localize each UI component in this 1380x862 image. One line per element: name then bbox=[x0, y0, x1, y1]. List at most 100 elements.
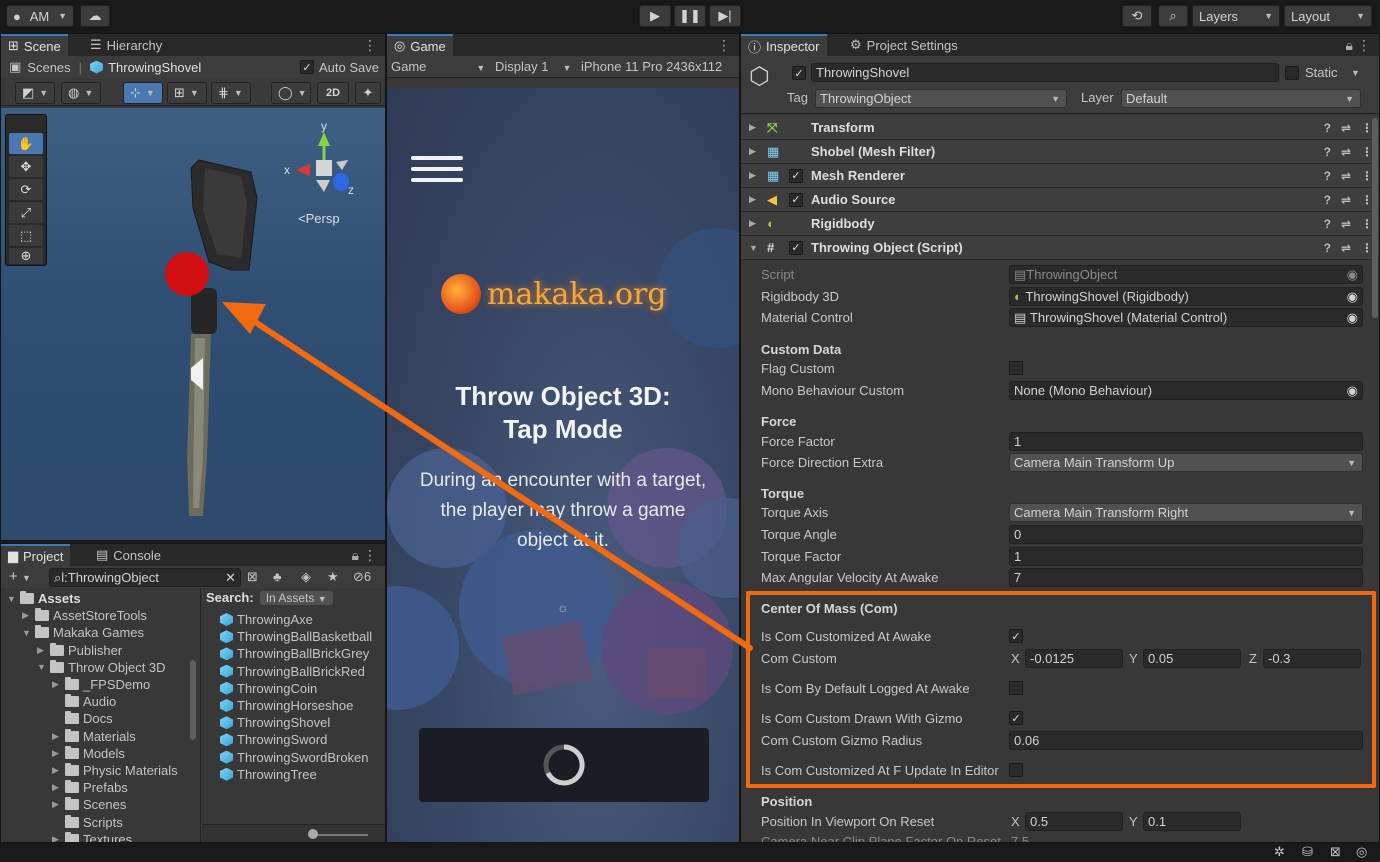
tab-hierarchy[interactable]: ☰ Hierarchy bbox=[83, 34, 169, 56]
gizmo-z-cone[interactable] bbox=[333, 173, 349, 191]
breadcrumb-scenes[interactable]: Scenes bbox=[27, 60, 70, 75]
icon-size-slider[interactable] bbox=[310, 834, 368, 836]
com-gizmo-radius-input[interactable]: 0.06 bbox=[1009, 731, 1363, 750]
game-viewport[interactable]: makaka.org Throw Object 3D: Tap Mode Dur… bbox=[387, 88, 739, 842]
help-icon[interactable]: ? bbox=[1324, 193, 1331, 207]
chevron-down-icon[interactable]: ▼ bbox=[749, 243, 761, 253]
com-x-input[interactable]: -0.0125 bbox=[1025, 649, 1123, 668]
chevron-right-icon[interactable]: ▶ bbox=[52, 765, 61, 776]
tree-item[interactable]: Docs bbox=[52, 710, 113, 727]
lighting-toggle[interactable]: ✦ bbox=[355, 82, 381, 104]
shovel-model[interactable] bbox=[151, 158, 271, 518]
position-x-input[interactable]: 0.5 bbox=[1025, 812, 1123, 831]
more-options-icon[interactable]: ⋮ bbox=[363, 37, 377, 54]
clear-search-icon[interactable]: ✕ bbox=[225, 570, 236, 586]
pause-button[interactable]: ❚❚ bbox=[674, 5, 706, 27]
asset-item[interactable]: ThrowingSword bbox=[220, 731, 327, 748]
presets-icon[interactable]: ⇌ bbox=[1341, 121, 1351, 135]
rotate-tool[interactable]: ⟳ bbox=[9, 179, 43, 200]
chevron-right-icon[interactable]: ▶ bbox=[52, 799, 61, 810]
component-enabled-checkbox[interactable]: ✓ bbox=[789, 168, 803, 183]
max-angular-velocity-input[interactable]: 7 bbox=[1009, 568, 1363, 587]
torque-axis-dropdown[interactable]: Camera Main Transform Right ▼ bbox=[1009, 503, 1363, 522]
search-scope-dropdown[interactable]: In Assets ▼ bbox=[259, 590, 333, 605]
tab-scene[interactable]: ⊞ Scene bbox=[1, 34, 68, 56]
rigidbody3d-field[interactable]: ◐ ThrowingShovel (Rigidbody) ◉ bbox=[1009, 287, 1363, 306]
undo-history-button[interactable]: ⟲ bbox=[1122, 5, 1152, 27]
com-customized-awake-checkbox[interactable]: ✓ bbox=[1009, 629, 1023, 643]
settings-status-icon[interactable]: ◎ bbox=[1356, 844, 1367, 860]
help-icon[interactable]: ? bbox=[1324, 169, 1331, 183]
object-active-checkbox[interactable]: ✓ bbox=[792, 66, 806, 80]
filter-type-icon[interactable]: ♣ bbox=[273, 569, 282, 584]
tree-item[interactable]: Audio bbox=[52, 693, 116, 710]
com-drawn-gizmo-checkbox[interactable]: ✓ bbox=[1009, 711, 1023, 725]
network-icon[interactable]: ⊠ bbox=[1330, 844, 1341, 860]
grid-dropdown[interactable]: ⊞ ▼ bbox=[167, 82, 207, 104]
flag-custom-checkbox[interactable] bbox=[1009, 361, 1023, 375]
gameobject-icon[interactable]: ⬡ bbox=[749, 62, 770, 91]
tab-inspector[interactable]: ⓘ Inspector bbox=[741, 34, 827, 56]
favorite-icon[interactable]: ★ bbox=[327, 569, 339, 585]
loading-panel[interactable] bbox=[419, 728, 709, 802]
help-icon[interactable]: ? bbox=[1324, 145, 1331, 159]
tab-project-settings[interactable]: ⚙ Project Settings bbox=[843, 34, 965, 56]
static-checkbox[interactable] bbox=[1285, 66, 1299, 80]
persp-label[interactable]: <Persp bbox=[298, 211, 340, 226]
snap-dropdown[interactable]: ⊹ ▼ bbox=[123, 82, 163, 104]
asset-item[interactable]: ThrowingSwordBroken bbox=[220, 749, 369, 766]
search-by-type-icon[interactable]: ⊠ bbox=[247, 569, 258, 585]
chevron-right-icon[interactable]: ▶ bbox=[52, 834, 61, 842]
chevron-right-icon[interactable]: ▶ bbox=[22, 610, 31, 621]
tree-item[interactable]: ▼ Assets bbox=[7, 590, 81, 607]
more-options-icon[interactable]: ⋮ bbox=[717, 37, 731, 54]
debug-icon[interactable]: ✲ bbox=[1274, 844, 1285, 860]
layout-dropdown[interactable]: Layout ▼ bbox=[1284, 5, 1372, 27]
presets-icon[interactable]: ⇌ bbox=[1341, 145, 1351, 159]
component-enabled-checkbox[interactable]: ✓ bbox=[789, 192, 803, 207]
menu-hamburger-button[interactable] bbox=[411, 156, 463, 182]
component-header[interactable]: ▶ ▦ Shobel (Mesh Filter)? ⇌ ⋮ bbox=[741, 140, 1379, 164]
create-button[interactable]: + ▼ bbox=[9, 568, 31, 585]
display-dropdown[interactable]: Display 1 ▼ bbox=[495, 59, 571, 74]
inspector-scrollbar[interactable] bbox=[1370, 114, 1379, 842]
chevron-right-icon[interactable]: ▶ bbox=[749, 194, 761, 205]
help-icon[interactable]: ? bbox=[1324, 241, 1331, 255]
orientation-gizmo[interactable]: y x z <Persp bbox=[276, 118, 376, 228]
search-button[interactable]: ⌕ bbox=[1158, 5, 1188, 27]
material-control-field[interactable]: ▤ ThrowingShovel (Material Control) ◉ bbox=[1009, 308, 1363, 327]
game-mode-dropdown[interactable]: Game ▼ bbox=[391, 59, 485, 74]
chevron-right-icon[interactable]: ▶ bbox=[52, 748, 61, 759]
chevron-down-icon[interactable]: ▼ bbox=[37, 662, 46, 672]
render-dropdown[interactable]: ◯ ▼ bbox=[271, 82, 311, 104]
chevron-down-icon[interactable]: ▼ bbox=[7, 594, 16, 604]
tree-item[interactable]: Scripts bbox=[52, 814, 123, 831]
tree-item[interactable]: ▶ Scenes bbox=[52, 796, 126, 813]
scene-viewport[interactable]: ✋ ✥ ⟳ ⤢ ⬚ ⊕ y x z <Persp bbox=[1, 108, 385, 540]
chevron-right-icon[interactable]: ▶ bbox=[749, 122, 761, 133]
breadcrumb-prefab[interactable]: ThrowingShovel bbox=[108, 60, 201, 75]
chevron-right-icon[interactable]: ▶ bbox=[52, 782, 61, 793]
hand-tool[interactable]: ✋ bbox=[9, 133, 43, 154]
cloud-button[interactable]: ☁ bbox=[80, 5, 110, 27]
component-enabled-checkbox[interactable]: ✓ bbox=[789, 240, 803, 255]
chevron-right-icon[interactable]: ▶ bbox=[749, 146, 761, 157]
chevron-right-icon[interactable]: ▶ bbox=[749, 218, 761, 229]
tree-item[interactable]: ▶ Prefabs bbox=[52, 779, 128, 796]
tree-item[interactable]: ▶ _FPSDemo bbox=[52, 676, 150, 693]
label-filter-icon[interactable]: ◈ bbox=[301, 569, 311, 585]
component-header[interactable]: ▶ ⤧ Transform? ⇌ ⋮ bbox=[741, 116, 1379, 140]
chevron-right-icon[interactable]: ▶ bbox=[52, 679, 61, 690]
chevron-right-icon[interactable]: ▶ bbox=[749, 170, 761, 181]
tab-game[interactable]: ◎ Game bbox=[387, 34, 453, 56]
increment-dropdown[interactable]: ⋕ ▼ bbox=[211, 82, 251, 104]
slider-handle[interactable] bbox=[308, 829, 318, 839]
asset-item[interactable]: ThrowingBallBrickGrey bbox=[220, 645, 369, 662]
gizmo-y-cone[interactable] bbox=[318, 132, 330, 146]
play-button[interactable]: ▶ bbox=[639, 5, 671, 27]
global-dropdown[interactable]: ◍ ▼ bbox=[61, 82, 101, 104]
resolution-dropdown[interactable]: iPhone 11 Pro 2436x112 bbox=[581, 59, 722, 74]
auto-save-checkbox[interactable]: ✓ bbox=[300, 60, 314, 74]
project-search-input[interactable]: ⌕ l:ThrowingObject ✕ bbox=[49, 568, 241, 587]
presets-icon[interactable]: ⇌ bbox=[1341, 217, 1351, 231]
